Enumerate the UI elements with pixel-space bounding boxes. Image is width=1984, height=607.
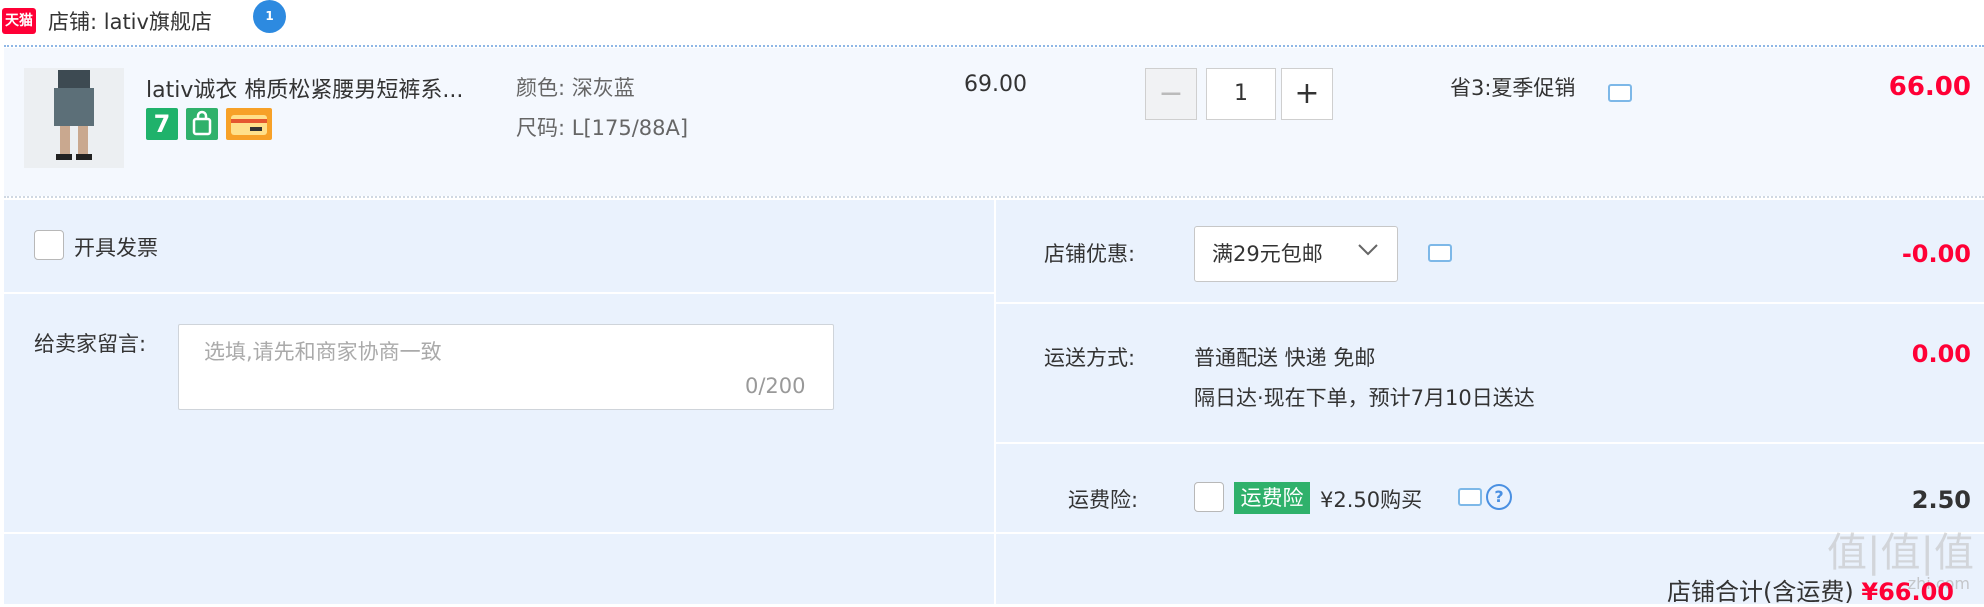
shop-name-link[interactable]: 店铺: lativ旗舰店 [48,6,212,36]
insurance-price: ¥2.50购买 [1320,488,1423,512]
unit-price: 69.00 [964,72,1027,97]
right-panel-divider-1 [996,302,1984,304]
invoice-label: 开具发票 [74,236,158,260]
shipping-label: 运送方式: [1044,346,1136,370]
seven-day-return-icon[interactable]: 7 [146,108,178,140]
total-divider [4,532,1984,534]
help-icon[interactable]: ? [1486,484,1512,510]
shop-total: 店铺合计(含运费) ¥66.00 [1667,572,1954,607]
shipping-method: 普通配送 快递 免邮 [1194,346,1376,370]
shipping-eta: 隔日达·现在下单，预计7月10日送达 [1194,386,1535,410]
quantity-input[interactable]: 1 [1206,68,1276,120]
header-divider [4,45,1984,47]
insurance-label: 运费险: [1068,488,1139,512]
size-attribute: 尺码: L[175/88A] [516,116,689,140]
shop-discount-label: 店铺优惠: [1044,242,1136,266]
message-placeholder: 选填,请先和商家协商一致 [204,340,442,364]
message-char-counter: 0/200 [745,374,806,398]
shop-discount-selected: 满29元包邮 [1212,242,1323,266]
shorts-image-icon [24,68,124,168]
shop-discount-amount: -0.00 [1901,240,1971,268]
insurance-amount: 2.50 [1911,486,1971,514]
quantity-decrease-button[interactable]: − [1145,68,1197,120]
insurance-tag: 运费险 [1234,482,1310,514]
insurance-message-icon[interactable] [1458,488,1482,506]
promotion-label: 省3:夏季促销 [1450,76,1576,100]
credit-card-icon[interactable] [226,108,272,140]
item-divider [4,196,1984,198]
promo-message-icon[interactable] [1608,84,1632,102]
insurance-checkbox[interactable] [1194,482,1224,512]
tmall-logo: 天猫 [2,8,36,34]
shop-total-label: 店铺合计(含运费) [1667,578,1854,606]
product-thumbnail[interactable] [24,68,124,168]
color-attribute: 颜色: 深灰蓝 [516,76,635,100]
right-panel-divider-2 [996,442,1984,444]
message-label: 给卖家留言: [34,332,147,356]
shopping-bag-icon[interactable] [186,108,218,140]
invoice-checkbox[interactable] [34,230,64,260]
left-panel-divider [4,292,994,294]
shipping-amount: 0.00 [1911,340,1971,368]
product-title-link[interactable]: lativ诚衣 棉质松紧腰男短裤系... [146,72,463,104]
watermark-logo: 值|值|值 [1827,530,1974,576]
chevron-down-icon[interactable] [1356,238,1380,268]
item-subtotal: 66.00 [1888,72,1971,102]
item-row [4,48,1984,196]
discount-message-icon[interactable] [1428,244,1452,262]
shop-total-amount: ¥66.00 [1861,578,1954,606]
quantity-increase-button[interactable]: + [1281,68,1333,120]
chat-icon[interactable]: 1 [253,0,286,33]
